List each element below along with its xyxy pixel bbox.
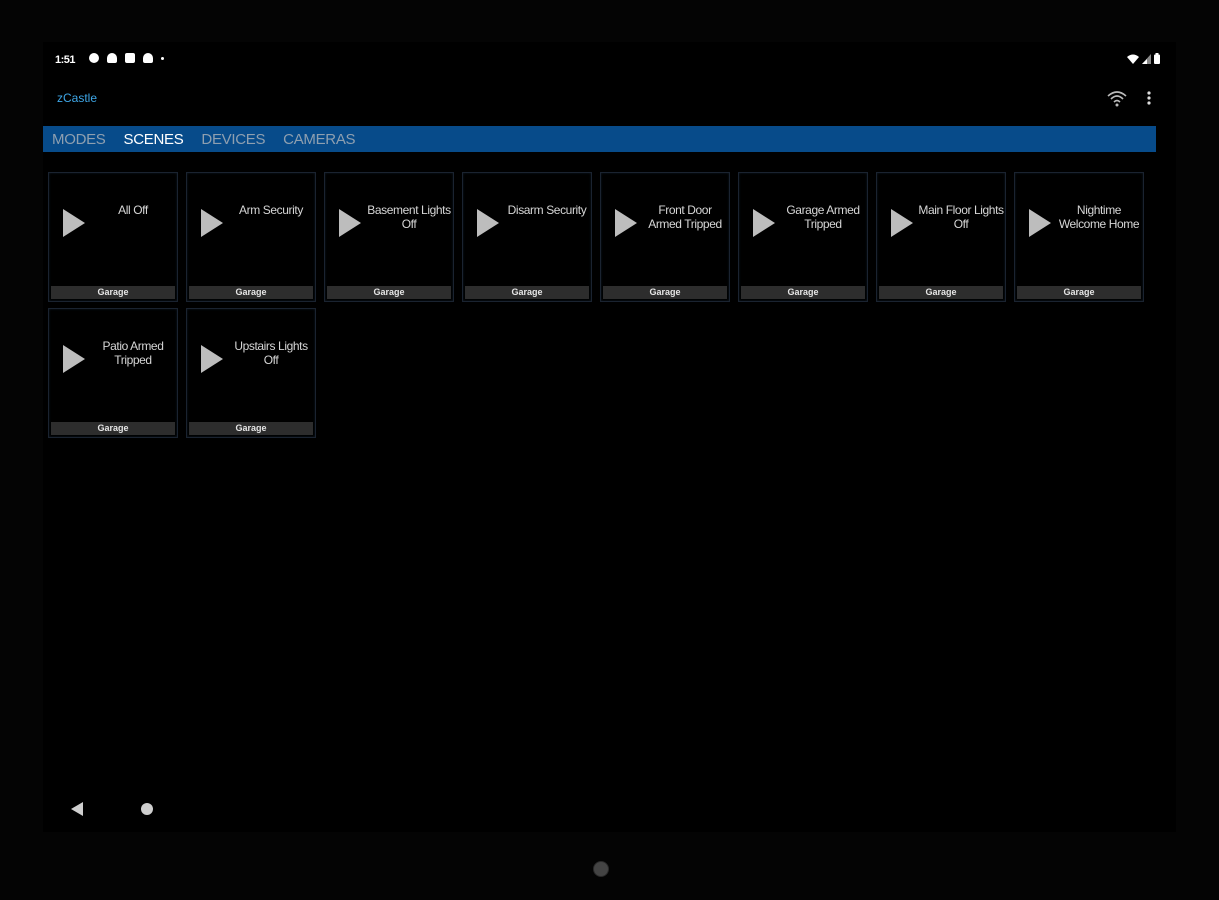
scene-label: Front Door Armed Tripped: [648, 203, 722, 231]
scene-tile-front-door-armed-tripped[interactable]: Front Door Armed Tripped Garage: [600, 172, 730, 302]
scene-room: Garage: [189, 286, 313, 299]
play-icon: [63, 209, 85, 237]
scene-label: Upstairs Lights Off: [234, 339, 308, 367]
heart-status-icon-2: [143, 53, 153, 63]
scene-room: Garage: [465, 286, 589, 299]
scene-tile-garage-armed-tripped[interactable]: Garage Armed Tripped Garage: [738, 172, 868, 302]
play-icon: [753, 209, 775, 237]
scene-tile-basement-lights-off[interactable]: Basement Lights Off Garage: [324, 172, 454, 302]
scene-label: Arm Security: [239, 203, 303, 217]
scene-tile-all-off[interactable]: All Off Garage: [48, 172, 178, 302]
scene-tile-arm-security[interactable]: Arm Security Garage: [186, 172, 316, 302]
scene-grid: All Off Garage Arm Security Garage Basem…: [48, 172, 1148, 438]
scene-room: Garage: [741, 286, 865, 299]
play-icon: [477, 209, 499, 237]
status-bar: 1:51: [43, 50, 1176, 70]
scene-room: Garage: [189, 422, 313, 435]
scene-room: Garage: [1017, 286, 1141, 299]
settings-status-icon: [89, 53, 99, 63]
back-icon[interactable]: [71, 802, 83, 816]
scene-tile-disarm-security[interactable]: Disarm Security Garage: [462, 172, 592, 302]
scene-label: Patio Armed Tripped: [102, 339, 164, 367]
scene-room: Garage: [879, 286, 1003, 299]
scene-label: Nightime Welcome Home: [1058, 203, 1140, 231]
scene-label: Main Floor Lights Off: [918, 203, 1004, 231]
scene-room: Garage: [603, 286, 727, 299]
dot-status-icon: [161, 56, 164, 60]
play-icon: [615, 209, 637, 237]
tab-cameras[interactable]: CAMERAS: [274, 131, 364, 148]
status-icons-left: [89, 53, 164, 63]
scene-label: Garage Armed Tripped: [786, 203, 860, 231]
wifi-icon[interactable]: [1106, 88, 1128, 108]
scene-label: Disarm Security: [507, 203, 587, 217]
device-frame: 1:51 zCastle MODES SCENES DEVICES CAMERA…: [0, 0, 1219, 900]
status-icons-right: [1127, 53, 1160, 64]
square-status-icon: [125, 53, 135, 63]
screen: 1:51 zCastle MODES SCENES DEVICES CAMERA…: [43, 42, 1176, 832]
play-icon: [201, 345, 223, 373]
tab-scenes[interactable]: SCENES: [115, 131, 193, 148]
overflow-menu-icon[interactable]: [1142, 88, 1156, 108]
signal-status-icon: [1142, 53, 1151, 64]
play-icon: [63, 345, 85, 373]
scene-room: Garage: [51, 286, 175, 299]
scene-tile-main-floor-lights-off[interactable]: Main Floor Lights Off Garage: [876, 172, 1006, 302]
camera-icon: [593, 861, 609, 877]
scene-label: Basement Lights Off: [367, 203, 451, 231]
tab-modes[interactable]: MODES: [43, 131, 115, 148]
play-icon: [339, 209, 361, 237]
scene-tile-patio-armed-tripped[interactable]: Patio Armed Tripped Garage: [48, 308, 178, 438]
navigation-bar: [43, 794, 1176, 824]
play-icon: [1029, 209, 1051, 237]
play-icon: [891, 209, 913, 237]
app-bar: zCastle: [43, 84, 1176, 112]
wifi-status-icon: [1127, 54, 1139, 64]
home-icon[interactable]: [141, 803, 153, 815]
scene-room: Garage: [327, 286, 451, 299]
tab-bar: MODES SCENES DEVICES CAMERAS: [43, 126, 1156, 152]
battery-status-icon: [1154, 53, 1160, 64]
app-title: zCastle: [57, 91, 98, 105]
tab-devices[interactable]: DEVICES: [192, 131, 274, 148]
scene-tile-upstairs-lights-off[interactable]: Upstairs Lights Off Garage: [186, 308, 316, 438]
scene-label: All Off: [118, 203, 148, 217]
status-time: 1:51: [55, 54, 76, 66]
scene-tile-nightime-welcome-home[interactable]: Nightime Welcome Home Garage: [1014, 172, 1144, 302]
scene-room: Garage: [51, 422, 175, 435]
play-icon: [201, 209, 223, 237]
heart-status-icon: [107, 53, 117, 63]
